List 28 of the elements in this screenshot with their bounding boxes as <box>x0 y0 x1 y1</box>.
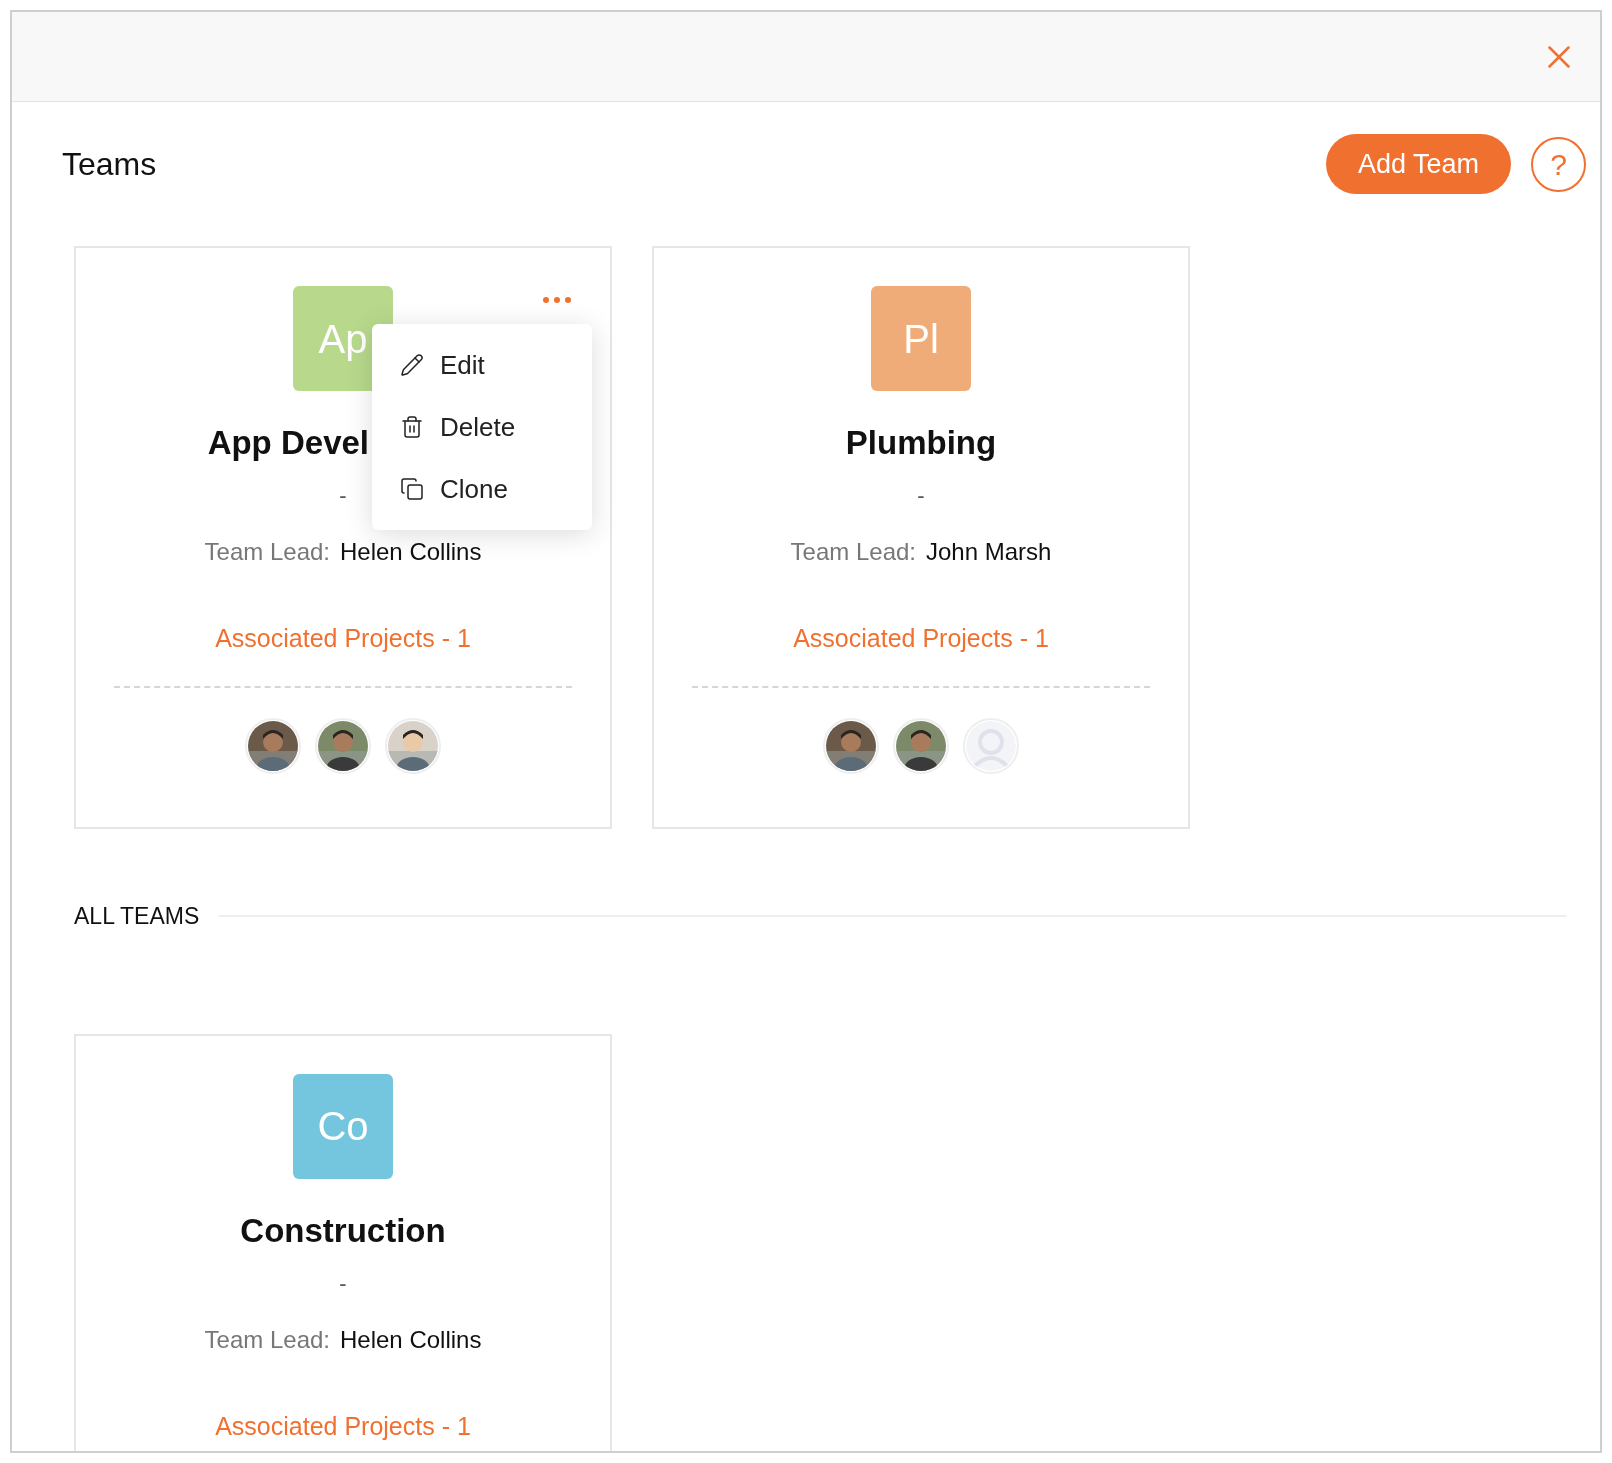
team-lead-label: Team Lead: <box>204 537 330 567</box>
team-lead-name: John Marsh <box>926 537 1052 567</box>
page-title: Teams <box>62 145 157 184</box>
team-lead-name: Helen Collins <box>340 1324 482 1355</box>
associated-projects-link[interactable]: Associated Projects - 1 <box>793 620 1049 658</box>
pencil-icon <box>400 353 424 377</box>
associated-projects-link[interactable]: Associated Projects - 1 <box>215 1407 471 1445</box>
team-name: Plumbing <box>845 423 997 463</box>
team-lead-label: Team Lead: <box>790 537 916 567</box>
team-lead-label: Team Lead: <box>204 1324 330 1355</box>
team-name: Construction <box>240 1210 446 1251</box>
team-description: - <box>339 482 347 510</box>
trash-icon <box>400 415 424 439</box>
team-initials-tile: Co <box>293 1073 393 1179</box>
team-initials-tile: Pl <box>871 286 971 391</box>
add-team-button[interactable]: Add Team <box>1325 134 1511 194</box>
menu-item[interactable]: Clone <box>372 458 592 520</box>
menu-item[interactable]: Delete <box>372 396 592 458</box>
avatar-placeholder-icon <box>966 720 1016 771</box>
team-lead-name: Helen Collins <box>340 537 482 567</box>
team-description: - <box>339 1269 347 1298</box>
copy-icon <box>400 477 424 501</box>
help-button[interactable]: ? <box>1531 136 1586 192</box>
team-name: App Devel <box>207 423 369 463</box>
section-title: ALL TEAMS <box>74 902 200 931</box>
team-description: - <box>917 482 925 510</box>
more-options-icon[interactable] <box>542 296 572 304</box>
associated-projects-link[interactable]: Associated Projects - 1 <box>215 620 471 658</box>
